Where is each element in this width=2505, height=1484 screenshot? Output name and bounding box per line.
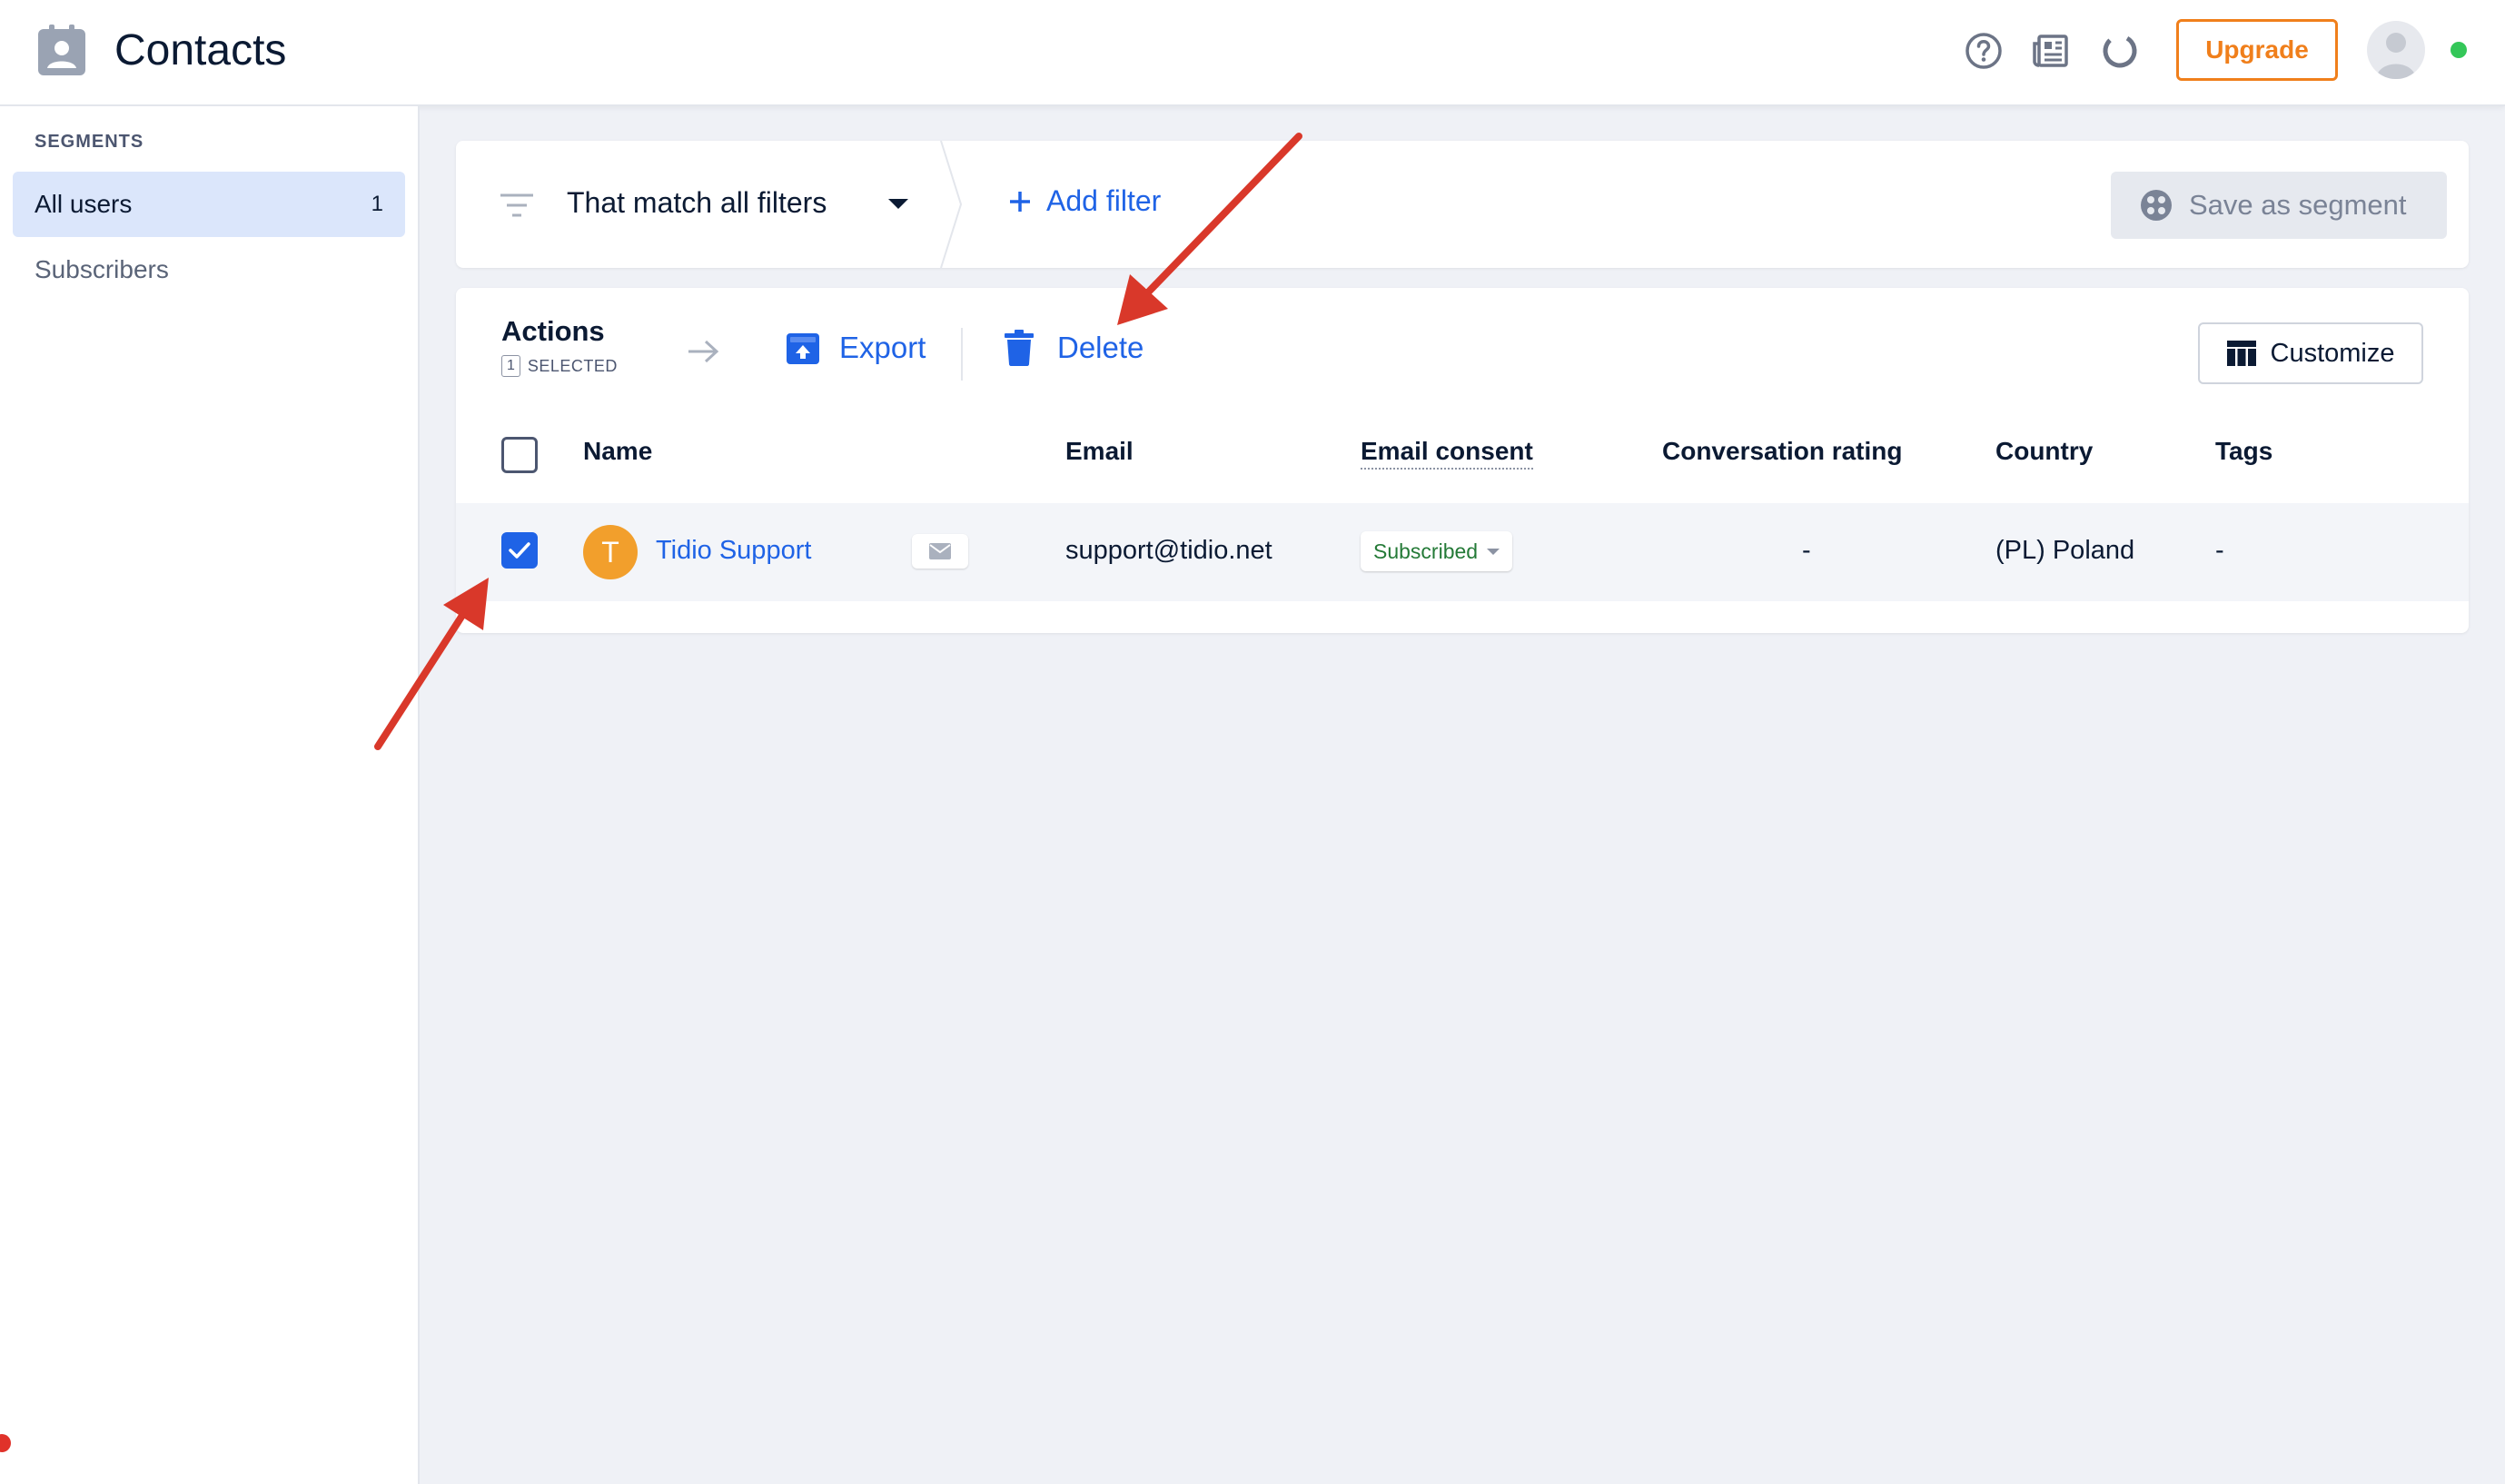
filter-lines-icon <box>500 193 533 217</box>
contact-avatar: T <box>583 525 638 579</box>
top-bar: Contacts Upgrade <box>0 0 2505 106</box>
help-icon[interactable] <box>1964 31 2004 71</box>
filter-divider <box>940 141 963 268</box>
sidebar-item-label: All users <box>35 190 133 218</box>
trash-icon <box>1005 330 1034 366</box>
sidebar-item-subscribers[interactable]: Subscribers <box>13 237 405 302</box>
user-avatar[interactable] <box>2367 21 2425 79</box>
contact-email: support@tidio.net <box>1065 536 1272 565</box>
user-silhouette-icon <box>2376 33 2416 79</box>
email-channel-badge <box>912 534 968 569</box>
add-filter-label: Add filter <box>1046 184 1162 217</box>
match-filter-dropdown[interactable]: That match all filters <box>567 186 827 220</box>
country-value: (PL) Poland <box>1995 536 2135 565</box>
customize-label: Customize <box>2270 338 2395 368</box>
contact-name-link[interactable]: Tidio Support <box>656 536 811 566</box>
checkmark-icon <box>509 542 530 559</box>
column-header-name[interactable]: Name <box>583 437 652 466</box>
filter-bar: That match all filters Add filter Save a… <box>456 141 2469 268</box>
arrow-right-icon <box>688 340 719 363</box>
consent-status-label: Subscribed <box>1373 539 1479 563</box>
selected-count: 1 <box>501 355 520 377</box>
email-consent-dropdown[interactable]: Subscribed <box>1361 531 1513 571</box>
delete-label: Delete <box>1057 331 1144 364</box>
loading-ring-icon[interactable] <box>2100 31 2140 71</box>
column-header-email[interactable]: Email <box>1065 437 1134 466</box>
save-as-segment-button[interactable]: Save as segment <box>2111 172 2447 239</box>
column-header-tags[interactable]: Tags <box>2215 437 2272 466</box>
actions-divider <box>961 328 963 381</box>
add-filter-button[interactable]: Add filter <box>1008 184 1161 218</box>
customize-button[interactable]: Customize <box>2198 322 2423 384</box>
row-checkbox[interactable] <box>501 532 538 569</box>
sidebar-item-label: Subscribers <box>35 255 169 283</box>
sidebar-item-count: 1 <box>371 192 383 216</box>
page-title: Contacts <box>114 26 287 74</box>
segments-heading: SEGMENTS <box>35 132 144 152</box>
actions-title: Actions <box>501 315 605 347</box>
tags-value: - <box>2215 536 2224 565</box>
column-header-country[interactable]: Country <box>1995 437 2093 466</box>
envelope-icon <box>929 543 951 559</box>
segments-sidebar: SEGMENTS All users 1 Subscribers <box>0 106 420 1484</box>
upgrade-button[interactable]: Upgrade <box>2176 19 2338 81</box>
segment-icon <box>2141 190 2172 221</box>
table-columns-icon <box>2226 341 2256 366</box>
contacts-table-card: Actions 1 SELECTED Export Delete Customi <box>456 288 2469 633</box>
delete-button[interactable]: Delete <box>1005 330 1144 366</box>
column-header-conversation-rating[interactable]: Conversation rating <box>1662 437 1902 466</box>
online-status-dot <box>2451 42 2467 58</box>
table-row[interactable]: T Tidio Support support@tidio.net Subscr… <box>456 503 2469 601</box>
selected-label: SELECTED <box>527 356 618 375</box>
export-icon <box>787 333 819 364</box>
export-label: Export <box>839 331 926 364</box>
newspaper-icon[interactable] <box>2031 31 2071 71</box>
chevron-down-icon <box>1487 548 1500 555</box>
notification-dot <box>0 1434 11 1452</box>
select-all-checkbox[interactable] <box>501 437 538 473</box>
conversation-rating-value: - <box>1802 536 1811 565</box>
save-as-segment-label: Save as segment <box>2189 189 2407 221</box>
sidebar-item-all-users[interactable]: All users 1 <box>13 172 405 237</box>
export-button[interactable]: Export <box>785 330 926 366</box>
contacts-app-icon <box>38 25 85 75</box>
column-header-email-consent[interactable]: Email consent <box>1361 437 1533 470</box>
plus-icon <box>1010 191 1030 212</box>
chevron-down-icon[interactable] <box>888 199 908 209</box>
selected-indicator: 1 SELECTED <box>501 355 618 377</box>
